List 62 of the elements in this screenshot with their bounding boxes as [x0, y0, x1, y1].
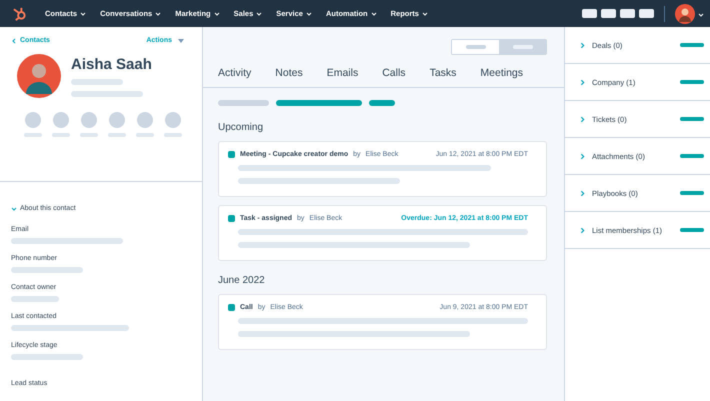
action-button[interactable]	[137, 112, 153, 128]
action-button[interactable]	[165, 112, 181, 128]
activity-type-icon	[228, 304, 235, 311]
placeholder-bar	[680, 191, 704, 195]
caret-icon	[178, 38, 184, 44]
toggle-segment[interactable]	[499, 40, 546, 54]
tab[interactable]: Meetings	[480, 67, 524, 79]
placeholder-bar	[680, 80, 704, 84]
chevron-icon	[579, 116, 586, 122]
chevron-icon	[579, 78, 586, 86]
avatar-icon[interactable]	[675, 4, 695, 24]
placeholder-bar	[680, 228, 704, 232]
activity-type-icon	[228, 215, 235, 222]
chevron-icon	[422, 10, 428, 16]
chevron-icon	[80, 10, 86, 16]
placeholder-bar	[11, 296, 59, 302]
chevron-icon	[306, 10, 312, 16]
placeholder-bar	[218, 100, 269, 106]
placeholder-bar	[11, 267, 83, 273]
placeholder-bar	[24, 133, 42, 137]
chevron-icon	[155, 10, 162, 16]
activity-type-icon	[228, 151, 235, 158]
chevron-icon	[579, 42, 586, 48]
section-heading: Upcoming	[218, 122, 264, 133]
action-button[interactable]	[109, 112, 125, 128]
toolbar-button[interactable]	[639, 9, 654, 18]
chevron-icon	[579, 152, 586, 160]
toolbar-button[interactable]	[601, 9, 616, 18]
chevron-icon	[256, 10, 262, 16]
tab[interactable]: Notes	[275, 67, 303, 79]
chevron-icon	[214, 10, 220, 16]
tab[interactable]: Calls	[382, 67, 406, 79]
placeholder-bar	[164, 133, 182, 137]
chevron-icon	[579, 190, 586, 196]
placeholder-bar	[680, 43, 704, 47]
placeholder-bar	[52, 133, 70, 137]
action-button[interactable]	[81, 112, 97, 128]
chevron-icon	[370, 10, 377, 16]
placeholder-bar	[369, 100, 395, 106]
chevron-icon	[579, 226, 586, 234]
tab[interactable]: Emails	[326, 67, 358, 79]
tab[interactable]: Activity	[218, 67, 252, 79]
chevron-icon	[11, 38, 17, 44]
action-button[interactable]	[25, 112, 41, 128]
placeholder-bar	[71, 78, 123, 84]
placeholder-bar	[11, 354, 83, 360]
contact-name: Aisha Saah	[71, 56, 152, 72]
tab[interactable]: Tasks	[430, 67, 456, 79]
placeholder-bar	[680, 117, 704, 121]
placeholder-bar	[136, 133, 154, 137]
placeholder-bar	[71, 90, 143, 96]
avatar-icon	[17, 54, 61, 98]
action-button[interactable]	[53, 112, 69, 128]
placeholder-bar	[680, 154, 704, 158]
sprocket-logo-icon[interactable]	[12, 6, 27, 21]
placeholder-bar	[108, 133, 126, 137]
toolbar-button[interactable]	[582, 9, 597, 18]
chevron-icon	[11, 206, 17, 212]
section-heading: June 2022	[218, 275, 266, 286]
placeholder-bar	[80, 133, 98, 137]
toolbar-button[interactable]	[620, 9, 635, 18]
chevron-icon	[698, 12, 704, 18]
